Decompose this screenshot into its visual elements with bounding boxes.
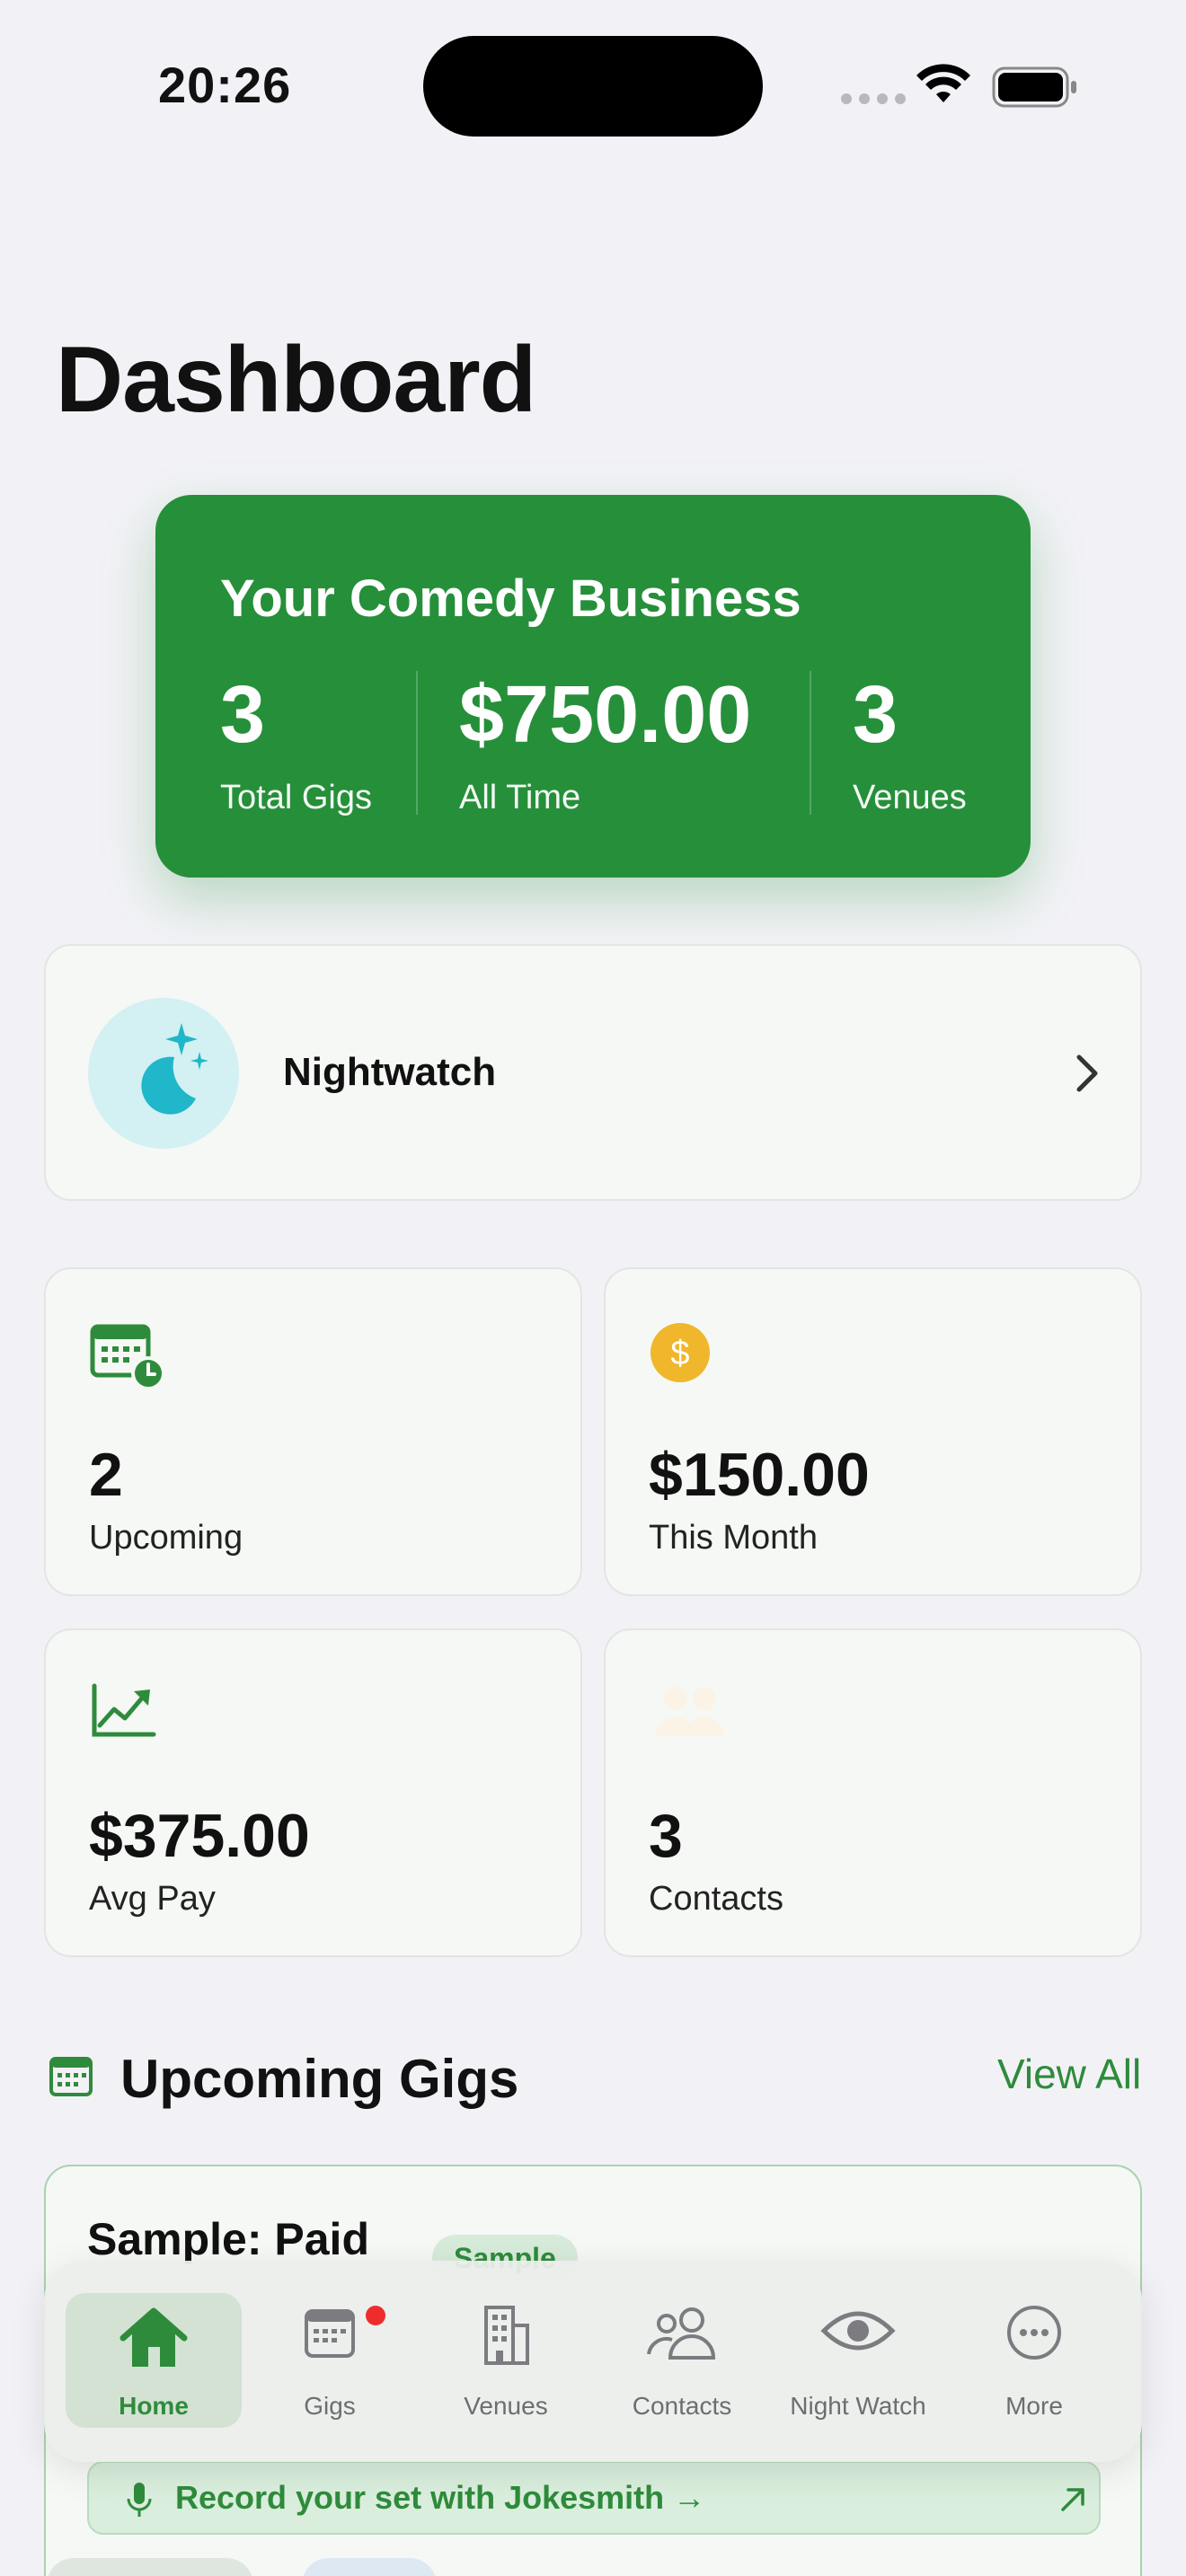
hero-divider xyxy=(416,671,418,815)
calendar-clock-icon xyxy=(90,1324,165,1389)
tab-bar: Home Gigs Venues Contacts Night Watch Mo… xyxy=(44,2261,1142,2462)
stat-value: 3 xyxy=(649,1802,683,1870)
stat-value: 2 xyxy=(89,1441,123,1509)
stat-label: Contacts xyxy=(649,1880,783,1918)
wifi-icon xyxy=(916,64,970,102)
stat-card-contacts[interactable]: 3 Contacts xyxy=(604,1628,1142,1957)
tab-gigs[interactable]: Gigs xyxy=(242,2293,418,2428)
calendar-icon xyxy=(305,2309,355,2358)
stat-label: Upcoming xyxy=(89,1519,243,1557)
moon-stars-icon xyxy=(88,998,239,1149)
stat-card-upcoming[interactable]: 2 Upcoming xyxy=(44,1267,582,1596)
stat-value: $375.00 xyxy=(89,1802,310,1870)
battery-icon xyxy=(992,66,1076,108)
tab-more[interactable]: More xyxy=(946,2293,1122,2428)
signal-icon xyxy=(841,93,906,104)
people-icon xyxy=(647,2307,716,2360)
tab-home[interactable]: Home xyxy=(66,2293,242,2428)
chevron-right-icon xyxy=(1076,1054,1098,1092)
hero-stat-total-gigs: 3 Total Gigs xyxy=(220,670,372,816)
nightwatch-row[interactable]: Nightwatch xyxy=(44,944,1142,1201)
eye-icon xyxy=(820,2311,896,2351)
ellipsis-circle-icon xyxy=(1007,2306,1061,2360)
tab-night-watch[interactable]: Night Watch xyxy=(770,2293,946,2428)
arrow-up-right-icon xyxy=(1061,2488,1084,2511)
hero-stat-all-time: $750.00 All Time xyxy=(459,670,752,816)
house-icon xyxy=(119,2307,188,2367)
hero-divider xyxy=(810,671,811,815)
people-icon xyxy=(656,1687,724,1736)
tag-pill xyxy=(302,2558,437,2576)
business-summary-card: Your Comedy Business 3 Total Gigs $750.0… xyxy=(155,495,1031,878)
tag-pill xyxy=(47,2558,253,2576)
stat-card-avg-pay[interactable]: $375.00 Avg Pay xyxy=(44,1628,582,1957)
jokesmith-record-button[interactable]: Record your set with Jokesmith → xyxy=(87,2461,1101,2535)
stat-card-this-month[interactable]: $ $150.00 This Month xyxy=(604,1267,1142,1596)
gigs-notification-dot xyxy=(366,2306,385,2325)
trend-up-icon xyxy=(92,1683,156,1737)
nightwatch-label: Nightwatch xyxy=(283,1050,497,1094)
stat-value: $150.00 xyxy=(649,1441,870,1509)
section-title-upcoming-gigs: Upcoming Gigs xyxy=(120,2049,519,2109)
stat-label: Avg Pay xyxy=(89,1880,216,1918)
dollar-coin-icon: $ xyxy=(651,1323,710,1382)
svg-text:$: $ xyxy=(670,1335,689,1372)
building-icon xyxy=(484,2306,529,2365)
page-title: Dashboard xyxy=(56,328,536,432)
status-time: 20:26 xyxy=(158,57,292,113)
view-all-link[interactable]: View All xyxy=(997,2050,1141,2098)
business-summary-title: Your Comedy Business xyxy=(220,569,801,628)
dynamic-island xyxy=(423,36,763,137)
tab-venues[interactable]: Venues xyxy=(418,2293,594,2428)
microphone-icon xyxy=(127,2483,152,2517)
calendar-icon xyxy=(49,2057,93,2096)
status-bar: 20:26 xyxy=(0,0,1186,171)
gig-title: Sample: Paid xyxy=(87,2214,369,2264)
stat-label: This Month xyxy=(649,1519,818,1557)
hero-stat-venues: 3 Venues xyxy=(853,670,967,816)
jokesmith-label: Record your set with Jokesmith → xyxy=(175,2479,706,2516)
tab-contacts[interactable]: Contacts xyxy=(594,2293,770,2428)
